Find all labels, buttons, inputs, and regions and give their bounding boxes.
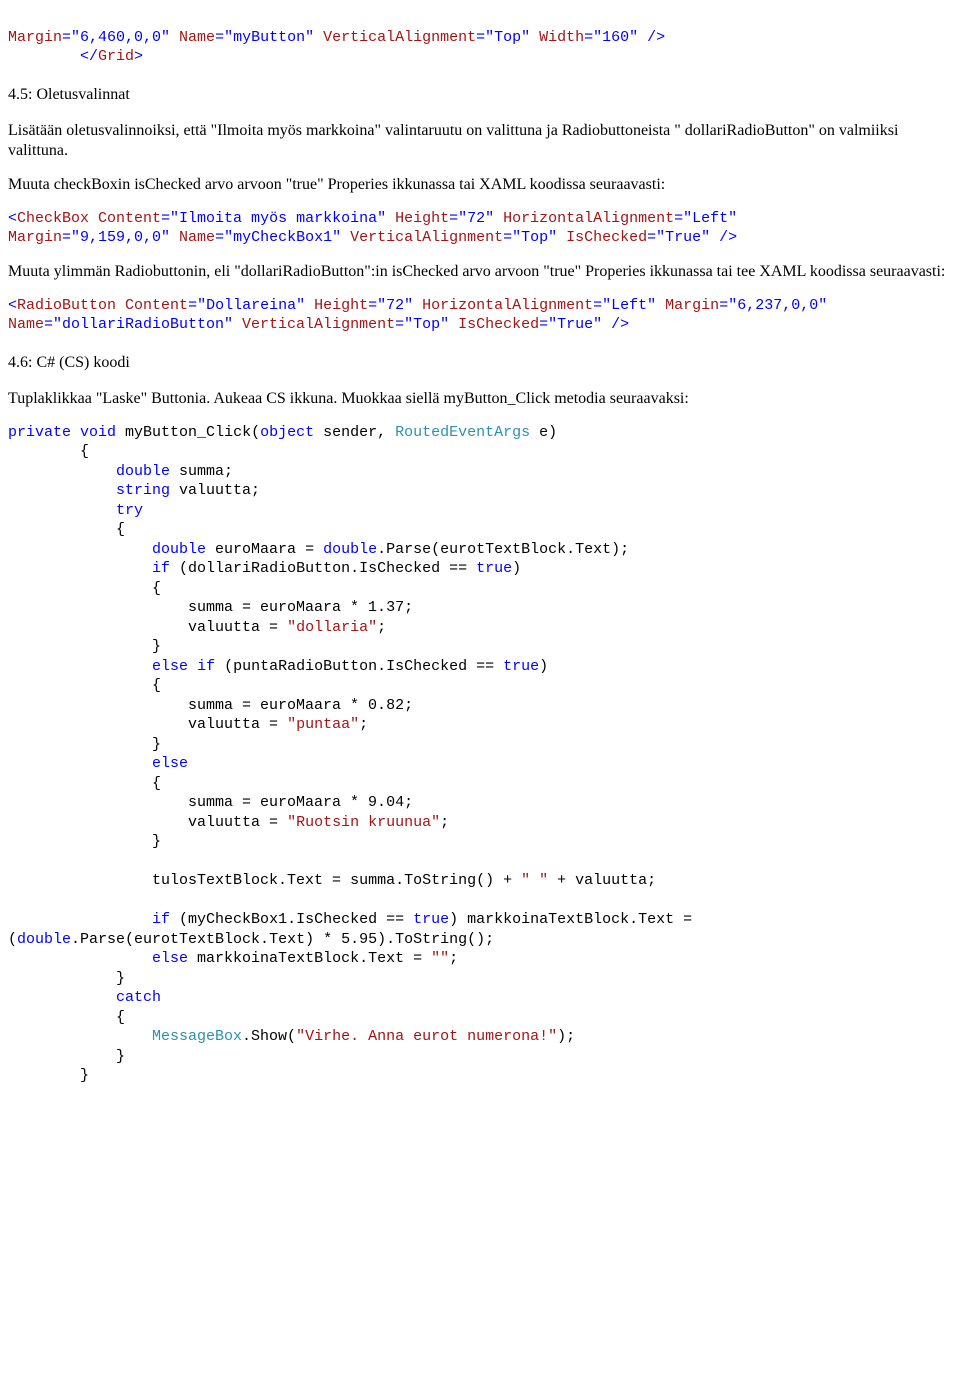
- heading-4-6: 4.6: C# (CS) koodi: [8, 353, 952, 373]
- paragraph: Muuta ylimmän Radiobuttonin, eli "dollar…: [8, 262, 952, 282]
- heading-4-5: 4.5: Oletusvalinnat: [8, 85, 952, 105]
- xaml-code-button: Margin="6,460,0,0" Name="myButton" Verti…: [8, 8, 952, 67]
- paragraph: Tuplaklikkaa "Laske" Buttonia. Aukeaa CS…: [8, 389, 952, 409]
- csharp-code: private void myButton_Click(object sende…: [8, 423, 952, 1086]
- xaml-code-checkbox: <CheckBox Content="Ilmoita myös markkoin…: [8, 209, 952, 248]
- xaml-code-radiobutton: <RadioButton Content="Dollareina" Height…: [8, 296, 952, 335]
- paragraph: Muuta checkBoxin isChecked arvo arvoon "…: [8, 175, 952, 195]
- paragraph: Lisätään oletusvalinnoiksi, että "Ilmoit…: [8, 121, 952, 161]
